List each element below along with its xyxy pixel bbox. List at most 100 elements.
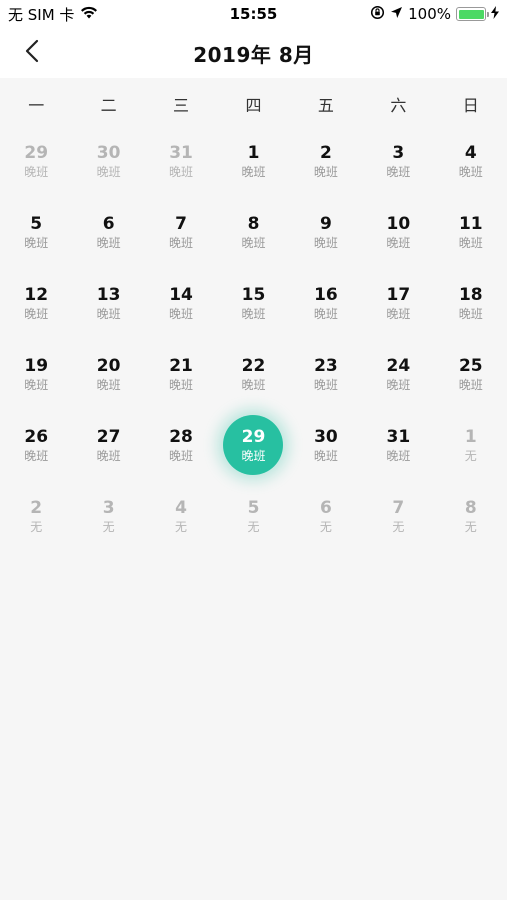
day-cell[interactable]: 26 晚班 [0, 410, 72, 481]
day-number: 23 [314, 356, 338, 376]
day-cell[interactable]: 21 晚班 [145, 339, 217, 410]
day-shift-label: 晚班 [96, 449, 121, 463]
day-cell-selected[interactable]: 29 晚班 [217, 410, 289, 481]
day-cell[interactable]: 5无 [217, 481, 289, 552]
day-cell[interactable]: 12 晚班 [0, 268, 72, 339]
day-cell[interactable]: 3无 [72, 481, 144, 552]
day-number: 27 [96, 427, 121, 447]
day-shift-label: 晚班 [24, 165, 49, 179]
back-button[interactable] [14, 36, 50, 70]
day-cell[interactable]: 10 晚班 [362, 197, 434, 268]
day-number: 11 [458, 214, 483, 234]
day-cell[interactable]: 17 晚班 [362, 268, 434, 339]
day-shift-label: 晚班 [96, 307, 121, 321]
day-cell[interactable]: 31 晚班 [362, 410, 434, 481]
day-cell[interactable]: 15 晚班 [217, 268, 289, 339]
day-cell[interactable]: 6 晚班 [72, 197, 144, 268]
day-shift-label: 晚班 [458, 307, 483, 321]
day-shift-label: 晚班 [458, 236, 483, 250]
day-cell[interactable]: 4 晚班 [435, 126, 507, 197]
day-cell[interactable]: 3 晚班 [362, 126, 434, 197]
weekday-label: 三 [173, 96, 190, 115]
day-shift-label: 晚班 [386, 165, 411, 179]
day-number: 30 [96, 143, 121, 163]
battery-level-fill [458, 9, 484, 19]
day-cell[interactable]: 24 晚班 [362, 339, 434, 410]
day-number: 28 [169, 427, 193, 447]
day-cell[interactable]: 6无 [290, 481, 362, 552]
day-shift-label: 晚班 [169, 165, 194, 179]
day-number: 21 [169, 356, 193, 376]
day-cell[interactable]: 29 晚班 [0, 126, 72, 197]
day-cell[interactable]: 30 晚班 [290, 410, 362, 481]
day-shift-label: 无 [30, 520, 43, 534]
day-number: 5 [30, 214, 43, 234]
day-number: 15 [241, 285, 266, 305]
wifi-icon [80, 5, 98, 23]
day-cell[interactable]: 2 晚班 [290, 126, 362, 197]
day-cell[interactable]: 9 晚班 [290, 197, 362, 268]
day-cell[interactable]: 7无 [362, 481, 434, 552]
battery-icon [456, 7, 489, 21]
day-cell[interactable]: 1无 [435, 410, 507, 481]
day-shift-label: 晚班 [241, 307, 266, 321]
day-cell[interactable]: 23 晚班 [290, 339, 362, 410]
day-number: 20 [96, 356, 121, 376]
weekday-header: 一 二 三 四 五 六 日 [0, 82, 507, 126]
day-number: 29 [241, 427, 266, 447]
day-number: 3 [102, 498, 115, 518]
day-shift-label: 晚班 [241, 378, 266, 392]
day-cell[interactable]: 4无 [145, 481, 217, 552]
day-cell[interactable]: 20 晚班 [72, 339, 144, 410]
day-number: 6 [102, 214, 115, 234]
day-cell[interactable]: 7 晚班 [145, 197, 217, 268]
status-bar: 无 SIM 卡 15:55 100% [0, 0, 507, 28]
day-cell[interactable]: 11 晚班 [435, 197, 507, 268]
day-cell[interactable]: 18 晚班 [435, 268, 507, 339]
status-right: 100% [370, 5, 499, 24]
page-title: 2019年 8月 [193, 42, 314, 67]
orientation-lock-icon [370, 5, 385, 24]
day-number: 25 [458, 356, 483, 376]
day-cell[interactable]: 2无 [0, 481, 72, 552]
weekday-label: 六 [390, 96, 407, 115]
day-shift-label: 晚班 [458, 378, 483, 392]
day-shift-label: 无 [247, 520, 260, 534]
day-cell[interactable]: 19 晚班 [0, 339, 72, 410]
day-cell[interactable]: 13 晚班 [72, 268, 144, 339]
day-cell[interactable]: 5 晚班 [0, 197, 72, 268]
day-number: 8 [247, 214, 260, 234]
day-number: 8 [464, 498, 477, 518]
day-cell[interactable]: 8无 [435, 481, 507, 552]
day-cell[interactable]: 25 晚班 [435, 339, 507, 410]
day-cell[interactable]: 30 晚班 [72, 126, 144, 197]
day-number: 24 [386, 356, 411, 376]
carrier-label: 无 SIM 卡 [8, 5, 75, 24]
day-shift-label: 晚班 [313, 378, 338, 392]
day-cell[interactable]: 27 晚班 [72, 410, 144, 481]
chevron-left-icon [25, 39, 39, 67]
day-shift-label: 晚班 [169, 449, 194, 463]
day-shift-label: 晚班 [241, 449, 266, 463]
day-cell[interactable]: 16 晚班 [290, 268, 362, 339]
day-shift-label: 晚班 [241, 165, 266, 179]
weekday-label: 五 [317, 96, 334, 115]
day-cell[interactable]: 22 晚班 [217, 339, 289, 410]
day-number: 4 [175, 498, 187, 518]
day-shift-label: 晚班 [313, 307, 338, 321]
day-shift-label: 晚班 [386, 449, 411, 463]
day-cell[interactable]: 31 晚班 [145, 126, 217, 197]
day-number: 7 [175, 214, 187, 234]
day-number: 1 [247, 143, 260, 163]
day-number: 31 [386, 427, 411, 447]
weekday-label: 日 [462, 96, 479, 115]
day-shift-label: 晚班 [24, 449, 49, 463]
status-left: 无 SIM 卡 [8, 4, 98, 25]
day-cell[interactable]: 14 晚班 [145, 268, 217, 339]
day-number: 14 [169, 285, 193, 305]
day-cell[interactable]: 28 晚班 [145, 410, 217, 481]
day-shift-label: 晚班 [313, 449, 338, 463]
day-cell[interactable]: 8 晚班 [217, 197, 289, 268]
day-cell[interactable]: 1 晚班 [217, 126, 289, 197]
day-shift-label: 晚班 [96, 165, 121, 179]
